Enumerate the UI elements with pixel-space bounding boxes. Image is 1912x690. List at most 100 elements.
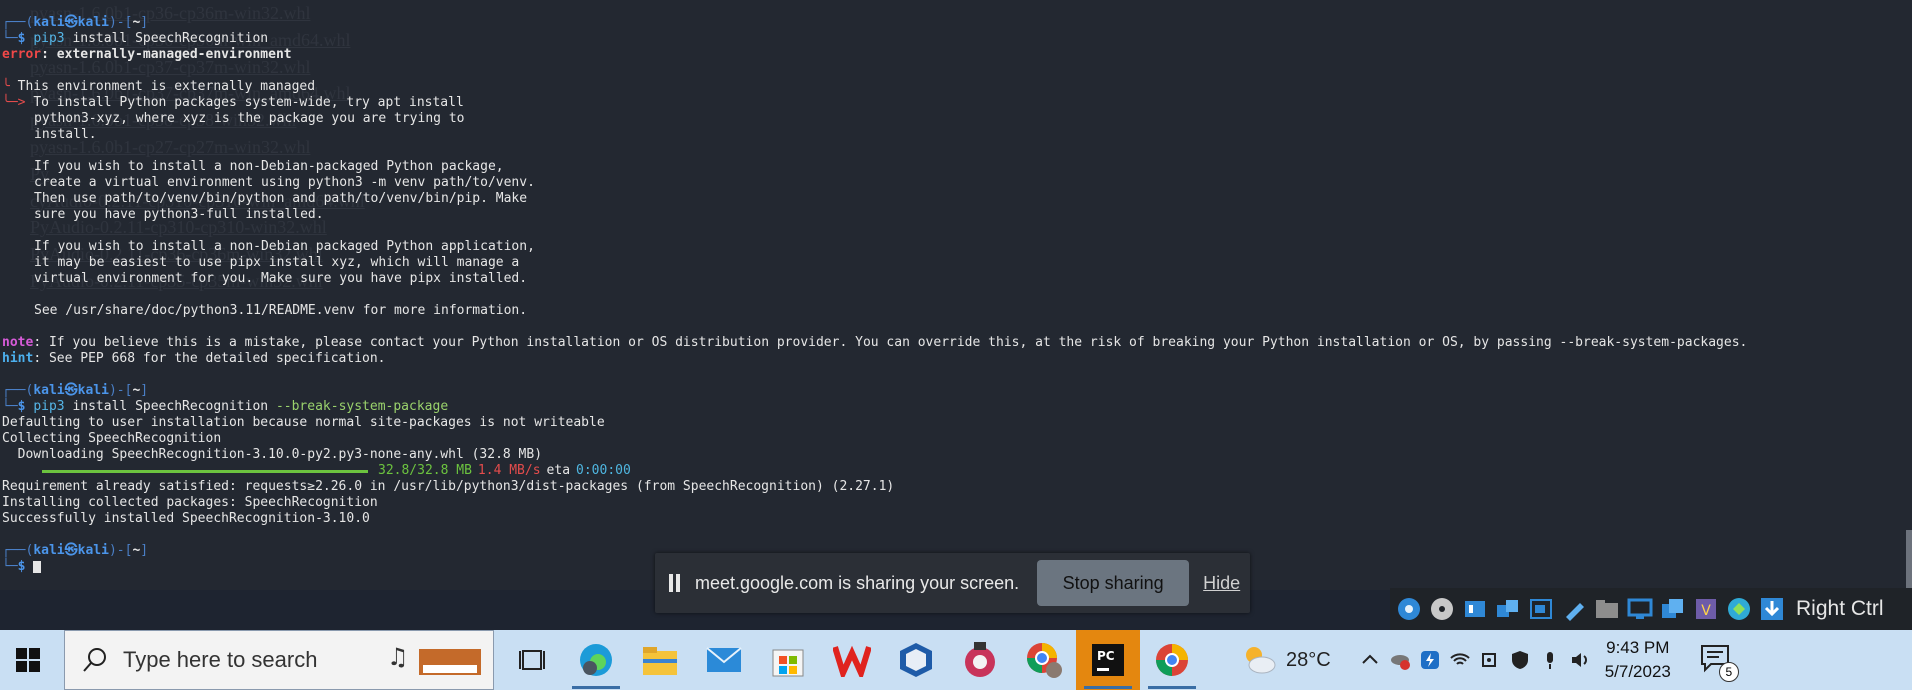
share-status-text: meet.google.com is sharing your screen.: [695, 572, 1020, 593]
output-line: Requirement already satisfied: requests≥…: [2, 479, 895, 494]
pycharm-icon: PC: [1092, 644, 1124, 676]
search-placeholder: Type here to search: [123, 647, 318, 672]
env-line: ╰─> To install Python packages system-wi…: [2, 95, 464, 110]
host-key-label: Right Ctrl: [1796, 597, 1884, 620]
clock-date: 5/7/2023: [1604, 662, 1671, 681]
pause-icon: [669, 574, 683, 592]
env-line: install.: [34, 127, 97, 142]
progress-line: 32.8/32.8 MB 1.4 MB/s eta 0:00:00: [2, 463, 1902, 479]
windows-taskbar: Type here to search ♫ PC 28°C 9:43 PM 5/…: [0, 630, 1912, 690]
output-line: Collecting SpeechRecognition: [2, 431, 222, 446]
command-line: └─$ pip3 install SpeechRecognition --bre…: [2, 399, 449, 414]
start-button[interactable]: [0, 630, 56, 690]
taskbar-microsoft-store[interactable]: [756, 630, 820, 690]
terminal-scrollbar[interactable]: [1906, 530, 1912, 588]
output-line: Defaulting to user installation because …: [2, 415, 605, 430]
clock-time: 9:43 PM: [1606, 638, 1670, 657]
weather-widget[interactable]: 28°C: [1240, 643, 1331, 677]
taskbar-chrome[interactable]: [1140, 630, 1204, 690]
env-line: it may be easiest to use pipx install xy…: [34, 255, 520, 270]
microsoft-store-icon: [772, 649, 804, 677]
notification-count-badge: 5: [1718, 662, 1739, 682]
output-line: Downloading SpeechRecognition-3.10.0-py2…: [2, 447, 543, 462]
wifi-icon[interactable]: [1449, 649, 1471, 671]
svg-text:♫: ♫: [387, 643, 409, 671]
chrome-icon: [1156, 644, 1188, 676]
volume-icon[interactable]: [1569, 649, 1591, 671]
taskbar-davinci-resolve[interactable]: [948, 630, 1012, 690]
hide-link[interactable]: Hide: [1203, 573, 1240, 594]
task-view-button[interactable]: [500, 630, 564, 690]
search-icon: [83, 648, 106, 672]
folder-icon[interactable]: [1593, 595, 1621, 623]
env-line: See /usr/share/doc/python3.11/README.ven…: [34, 303, 528, 318]
notification-center-button[interactable]: 5: [1699, 642, 1739, 682]
power-app-icon[interactable]: [1419, 649, 1441, 671]
env-line: Then use path/to/venv/bin/python and pat…: [34, 191, 528, 206]
taskbar-chrome-profile[interactable]: [1012, 630, 1076, 690]
prompt-line: ┌──(kali㉿kali)-[~]: [2, 383, 149, 398]
output-line: Successfully installed SpeechRecognition…: [2, 511, 370, 526]
text-cursor: [33, 560, 42, 573]
taskbar-file-explorer[interactable]: [628, 630, 692, 690]
taskbar-virtualbox[interactable]: [884, 630, 948, 690]
env-line: If you wish to install a non-Debian-pack…: [34, 159, 504, 174]
virtualbox-icon: [900, 643, 932, 677]
display-icon[interactable]: [1626, 595, 1654, 623]
command-line: └─$ pip3 install SpeechRecognition: [2, 31, 269, 46]
microphone-icon[interactable]: [1539, 649, 1561, 671]
env-line: If you wish to install a non-Debian pack…: [34, 239, 535, 254]
system-tray: [1359, 649, 1591, 671]
env-line: python3-xyz, where xyz is the package yo…: [34, 111, 465, 126]
piano-illustration-icon: ♫: [387, 643, 481, 675]
file-explorer-icon: [643, 647, 677, 675]
svg-text:V: V: [1701, 603, 1711, 619]
hint-line: hint: See PEP 668 for the detailed speci…: [2, 351, 386, 366]
wps-office-icon: [833, 645, 871, 677]
output-line: Installing collected packages: SpeechRec…: [2, 495, 378, 510]
download-arrow-icon[interactable]: [1758, 595, 1786, 623]
prompt-line: ┌──(kali㉿kali)-[~]: [2, 15, 149, 30]
progress-bar: [42, 469, 368, 473]
recording-icon[interactable]: [1725, 595, 1753, 623]
stop-sharing-button[interactable]: Stop sharing: [1037, 560, 1190, 606]
svg-text:PC: PC: [1097, 649, 1115, 663]
onedrive-error-icon[interactable]: [1389, 649, 1411, 671]
audio-icon[interactable]: [1461, 595, 1489, 623]
env-title-line: ╰ This environment is externally managed: [2, 79, 316, 94]
taskbar-wps-office[interactable]: [820, 630, 884, 690]
edge-icon: [580, 644, 612, 676]
seamless-icon[interactable]: [1659, 595, 1687, 623]
screen-share-bar: meet.google.com is sharing your screen. …: [655, 553, 1250, 613]
partly-sunny-icon: [1246, 647, 1276, 674]
env-line: sure you have python3-full installed.: [34, 207, 324, 222]
chevron-up-icon[interactable]: [1359, 649, 1381, 671]
usb-icon[interactable]: [1560, 595, 1588, 623]
network-icon[interactable]: [1494, 595, 1522, 623]
windows-logo-icon: [16, 648, 40, 672]
shared-folder-icon[interactable]: [1527, 595, 1555, 623]
meet-camera-icon[interactable]: [1479, 649, 1501, 671]
taskbar-pycharm[interactable]: PC: [1076, 630, 1140, 690]
taskbar-clock[interactable]: 9:43 PM 5/7/2023: [1605, 638, 1671, 682]
env-line: [2, 143, 1902, 159]
temperature-label: 28°C: [1286, 648, 1331, 671]
task-view-icon: [519, 650, 545, 670]
note-line: note: If you believe this is a mistake, …: [2, 335, 1748, 350]
chrome-profile-icon: [1027, 643, 1062, 678]
hard-disk-icon[interactable]: [1395, 595, 1423, 623]
taskbar-mail[interactable]: [692, 630, 756, 690]
taskbar-search-box[interactable]: Type here to search ♫: [64, 630, 494, 690]
env-line: [2, 223, 1902, 239]
env-line: virtual environment for you. Make sure y…: [34, 271, 528, 286]
taskbar-edge[interactable]: [564, 630, 628, 690]
error-line: error: externally-managed-environment: [2, 47, 292, 62]
virtualbox-status-bar: V Right Ctrl: [1390, 588, 1912, 630]
env-line: [2, 287, 1902, 303]
security-shield-icon[interactable]: [1509, 649, 1531, 671]
env-line: create a virtual environment using pytho…: [34, 175, 535, 190]
optical-drive-icon[interactable]: [1428, 595, 1456, 623]
vt-x-icon[interactable]: V: [1692, 595, 1720, 623]
terminal-window[interactable]: pyasn-1.6.0b1-cp36-cp36m-win32.whl pyasn…: [0, 0, 1912, 590]
terminal-output: ┌──(kali㉿kali)-[~] └─$ pip3 install Spee…: [2, 15, 1902, 575]
